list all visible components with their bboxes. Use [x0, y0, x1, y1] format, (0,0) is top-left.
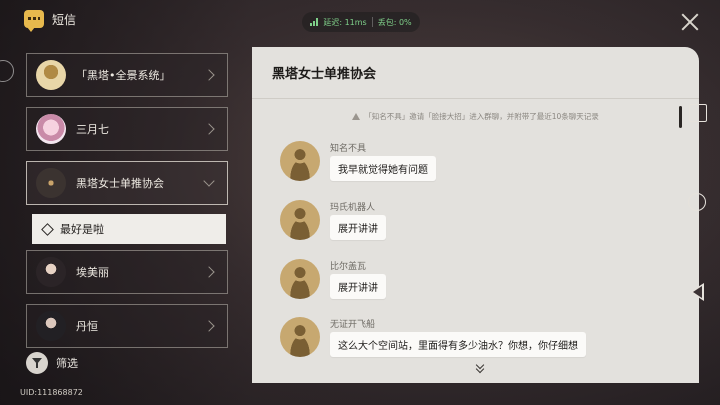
- home-icon[interactable]: [688, 193, 706, 211]
- filter-button[interactable]: 筛选: [26, 352, 78, 374]
- contact-name: 埃美丽: [76, 266, 109, 279]
- network-status: 延迟: 11ms 丢包: 0%: [302, 12, 420, 32]
- sender-name: 无证开飞船: [330, 320, 376, 330]
- close-button[interactable]: [678, 10, 702, 34]
- packet-loss-text: 丢包: 0%: [377, 17, 412, 27]
- contact-name: 三月七: [76, 123, 109, 136]
- contact-item-aimeili[interactable]: 埃美丽: [26, 250, 228, 294]
- sender-avatar[interactable]: [280, 317, 320, 357]
- latency-text: 延迟: 11ms: [323, 17, 367, 27]
- contact-name: 丹恒: [76, 320, 98, 333]
- sender-avatar[interactable]: [280, 259, 320, 299]
- sender-name: 比尔盖瓦: [330, 262, 367, 272]
- sparkle-icon: [40, 222, 54, 236]
- message-bubble: 展开讲讲: [330, 274, 386, 299]
- divider: [371, 17, 373, 27]
- chat-title: 黑塔女士单推协会: [272, 67, 377, 82]
- contact-item-herta-fan-club[interactable]: 黑塔女士单推协会: [26, 161, 228, 205]
- chevron-right-icon: [203, 266, 215, 278]
- sender-name: 知名不具: [330, 144, 367, 154]
- warning-icon: [352, 113, 361, 120]
- scroll-down-icon[interactable]: [474, 360, 486, 374]
- uid-label: UID:111868872: [20, 388, 83, 397]
- app-header: 短信: [24, 10, 77, 32]
- chevron-right-icon: [203, 123, 215, 135]
- filter-label: 筛选: [56, 357, 78, 370]
- chat-header: 黑塔女士单推协会: [252, 47, 699, 99]
- contact-avatar: [36, 60, 66, 90]
- chat-panel: 黑塔女士单推协会 「知名不具」邀请「脸接大招」进入群聊，并附带了最近10条聊天记…: [252, 47, 699, 383]
- contact-item-danheng[interactable]: 丹恒: [26, 304, 228, 348]
- group-avatar: [36, 168, 66, 198]
- chevron-right-icon: [203, 320, 215, 332]
- message-bubble: 展开讲讲: [330, 215, 386, 240]
- sender-avatar[interactable]: [280, 200, 320, 240]
- message-icon: [24, 10, 44, 32]
- contact-avatar: [36, 311, 66, 341]
- sender-name: 玛氏机器人: [330, 203, 376, 213]
- message-bubble: 这么大个空间站，里面得有多少油水？你想，你仔细想: [330, 332, 586, 357]
- contact-item-march7[interactable]: 三月七: [26, 107, 228, 151]
- chevron-down-icon: [203, 175, 215, 187]
- contact-name: 「黑塔•全景系统」: [76, 69, 171, 82]
- filter-icon: [26, 352, 48, 374]
- message-bubble: 我早就觉得她有问题: [330, 156, 436, 181]
- app-title: 短信: [52, 12, 77, 27]
- contact-avatar: [36, 114, 66, 144]
- signal-icon: [310, 18, 319, 26]
- chevron-right-icon: [203, 69, 215, 81]
- contact-item-herta-system[interactable]: 「黑塔•全景系统」: [26, 53, 228, 97]
- system-note-text: 「知名不具」邀请「脸接大招」进入群聊，并附带了最近10条聊天记录: [364, 112, 599, 121]
- thread-item-zuihaoshila[interactable]: 最好是啦: [32, 214, 226, 244]
- system-note: 「知名不具」邀请「脸接大招」进入群聊，并附带了最近10条聊天记录: [252, 111, 699, 122]
- chat-scrollbar[interactable]: [679, 106, 682, 128]
- contact-name: 黑塔女士单推协会: [76, 177, 164, 190]
- sender-avatar[interactable]: [280, 141, 320, 181]
- recent-apps-icon[interactable]: [689, 104, 707, 122]
- thread-label: 最好是啦: [60, 223, 104, 236]
- back-icon[interactable]: [690, 283, 704, 301]
- contact-avatar: [36, 257, 66, 287]
